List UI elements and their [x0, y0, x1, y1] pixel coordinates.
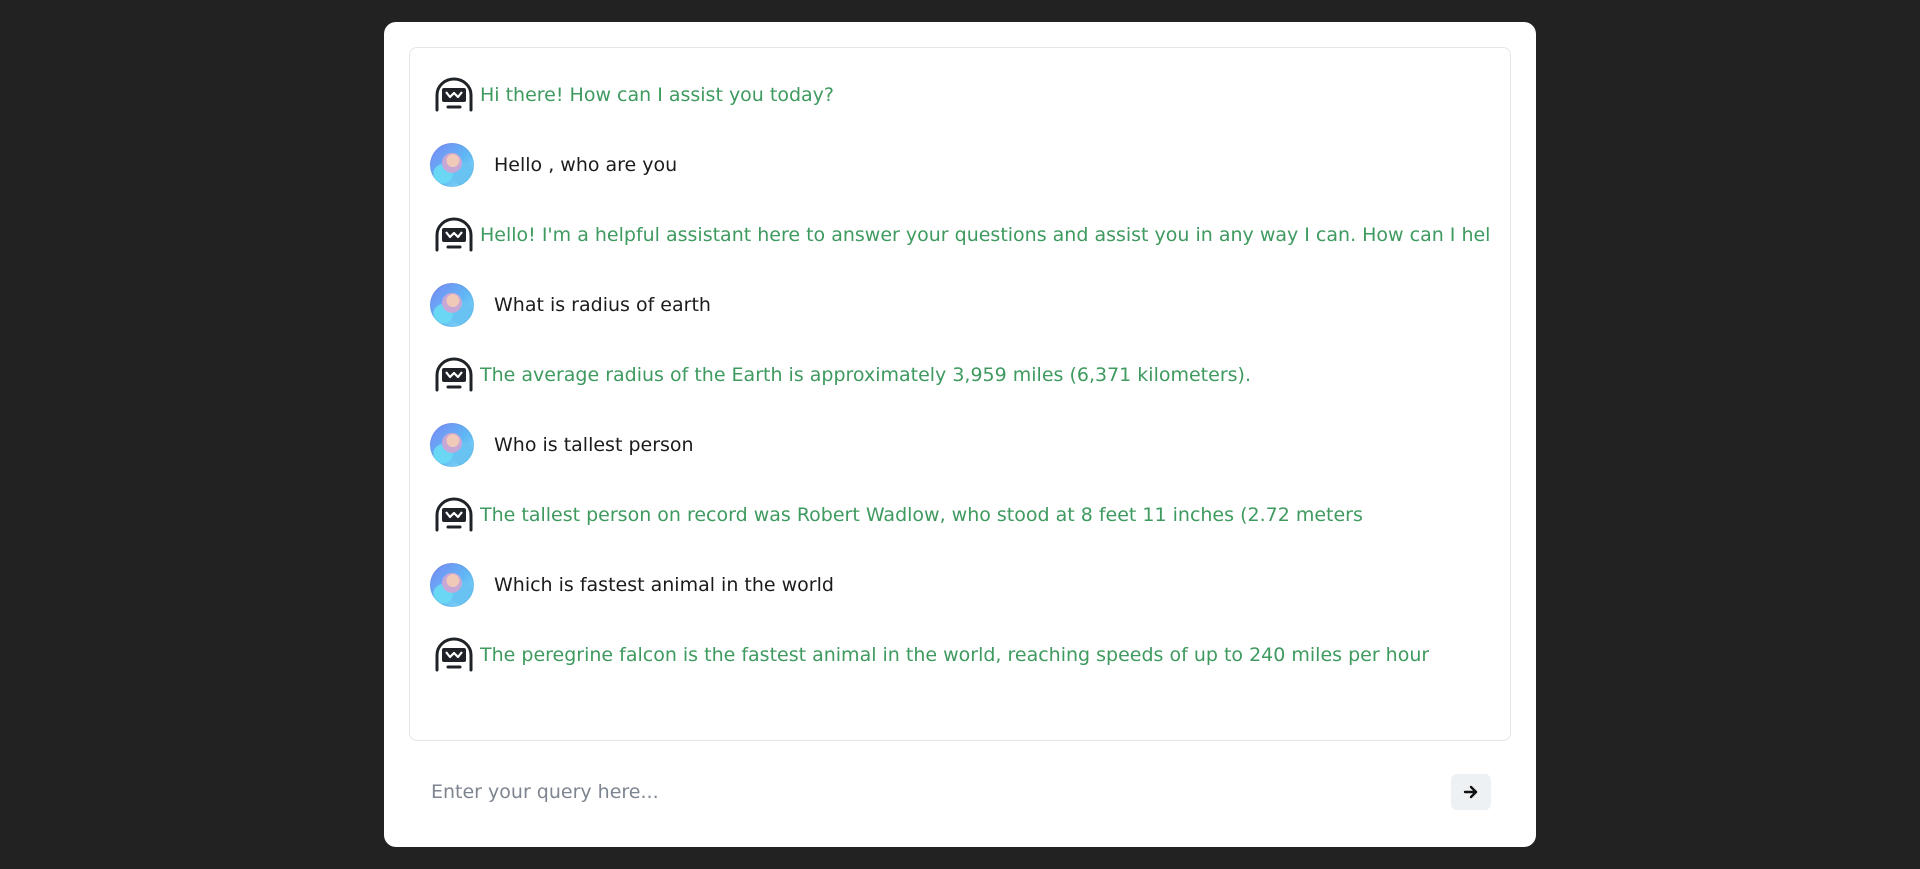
- user-avatar: [430, 283, 474, 327]
- message-text: What is radius of earth: [494, 294, 711, 316]
- message-text: Hi there! How can I assist you today?: [480, 84, 834, 106]
- message-text: Hello! I'm a helpful assistant here to a…: [480, 224, 1490, 246]
- message-text: The peregrine falcon is the fastest anim…: [480, 644, 1430, 666]
- message-text: Who is tallest person: [494, 434, 694, 456]
- robot-face-icon: [430, 351, 478, 399]
- composer: [409, 762, 1511, 822]
- chat-card: Hi there! How can I assist you today? He…: [384, 22, 1536, 847]
- message-bot: The average radius of the Earth is appro…: [430, 351, 1490, 399]
- chat-history[interactable]: Hi there! How can I assist you today? He…: [409, 47, 1511, 741]
- message-user: What is radius of earth: [430, 281, 1490, 329]
- robot-face-icon: [430, 211, 478, 259]
- robot-face-icon: [430, 631, 478, 679]
- user-avatar: [430, 423, 474, 467]
- message-text: The tallest person on record was Robert …: [480, 504, 1363, 526]
- robot-face-icon: [430, 491, 478, 539]
- message-text: Hello , who are you: [494, 154, 678, 176]
- user-avatar: [430, 563, 474, 607]
- message-bot: The peregrine falcon is the fastest anim…: [430, 631, 1490, 679]
- message-user: Who is tallest person: [430, 421, 1490, 469]
- arrow-right-icon: [1462, 783, 1480, 801]
- message-bot: Hi there! How can I assist you today?: [430, 71, 1490, 119]
- user-avatar: [430, 143, 474, 187]
- robot-face-icon: [430, 71, 478, 119]
- message-bot: Hello! I'm a helpful assistant here to a…: [430, 211, 1490, 259]
- send-button[interactable]: [1451, 774, 1491, 810]
- message-bot: The tallest person on record was Robert …: [430, 491, 1490, 539]
- message-text: The average radius of the Earth is appro…: [480, 364, 1251, 386]
- query-input[interactable]: [429, 771, 1433, 813]
- message-text: Which is fastest animal in the world: [494, 574, 834, 596]
- message-user: Hello , who are you: [430, 141, 1490, 189]
- message-user: Which is fastest animal in the world: [430, 561, 1490, 609]
